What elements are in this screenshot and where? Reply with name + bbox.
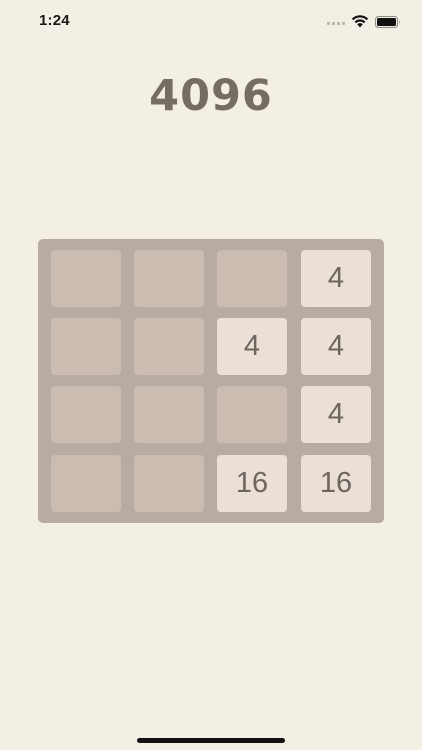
game-board[interactable]: 4 4 4 4 16 16 (38, 239, 384, 523)
tile: 4 (301, 318, 371, 375)
wifi-icon (351, 15, 369, 28)
empty-cell (51, 386, 121, 443)
status-time: 1:24 (39, 12, 70, 29)
tile: 4 (301, 386, 371, 443)
empty-cell (134, 386, 204, 443)
cellular-signal-icon (327, 22, 345, 26)
empty-cell (217, 386, 287, 443)
empty-cell (51, 250, 121, 307)
tile: 16 (217, 455, 287, 512)
empty-cell (51, 455, 121, 512)
game-title: 4096 (149, 71, 273, 121)
empty-cell (134, 455, 204, 512)
tile: 16 (301, 455, 371, 512)
battery-icon (375, 16, 400, 28)
status-bar: 1:24 (0, 0, 422, 44)
tile: 4 (301, 250, 371, 307)
empty-cell (217, 250, 287, 307)
empty-cell (134, 250, 204, 307)
empty-cell (51, 318, 121, 375)
tile: 4 (217, 318, 287, 375)
home-indicator[interactable] (137, 738, 285, 743)
empty-cell (134, 318, 204, 375)
